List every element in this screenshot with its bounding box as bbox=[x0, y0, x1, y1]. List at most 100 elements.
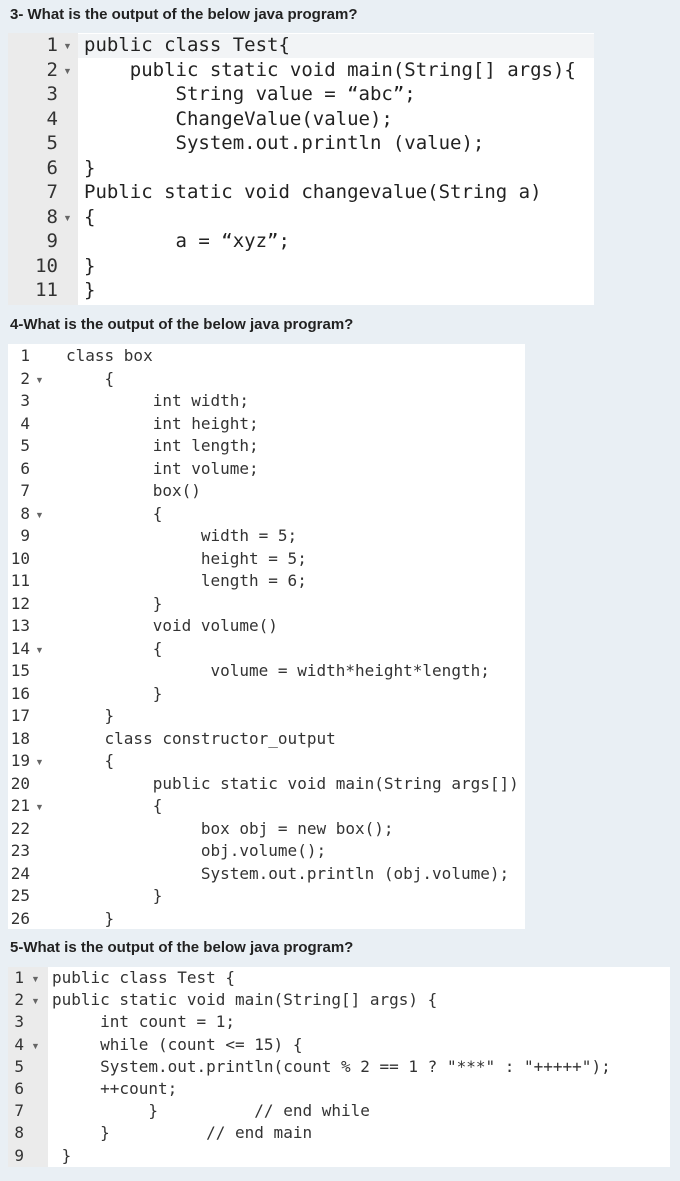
line-number: 1 bbox=[20, 346, 30, 365]
code-line: Public static void changevalue(String a) bbox=[84, 181, 542, 203]
code-line: } bbox=[66, 683, 163, 703]
fold-arrow-icon[interactable]: ▼ bbox=[35, 802, 44, 812]
code-editor-q3[interactable]: 1 ▼ public class Test{ 2 ▼ public static voi… bbox=[8, 33, 594, 305]
fold-arrow-icon[interactable]: ▼ bbox=[63, 41, 72, 51]
line-number: 4 bbox=[46, 107, 58, 130]
code-line: } bbox=[66, 886, 163, 905]
code-line: length = 6; bbox=[66, 571, 307, 590]
code-line: { bbox=[66, 368, 115, 388]
code-line: int count = 1; bbox=[52, 1012, 236, 1032]
line-number: 5 bbox=[20, 436, 30, 455]
code-line: a = “xyz”; bbox=[84, 230, 290, 252]
line-number: 19 bbox=[10, 751, 30, 770]
fold-arrow-icon[interactable]: ▼ bbox=[31, 996, 40, 1006]
line-number: 8 bbox=[20, 503, 30, 523]
line-number: 9 bbox=[14, 1145, 24, 1165]
code-line: } bbox=[84, 279, 96, 301]
code-line: } // end while bbox=[52, 1101, 370, 1121]
line-number: 6 bbox=[46, 156, 58, 179]
code-line: public class Test { bbox=[52, 968, 236, 987]
fold-arrow-icon[interactable]: ▼ bbox=[31, 1041, 40, 1051]
line-number: 7 bbox=[14, 1101, 24, 1121]
line-number: 9 bbox=[46, 230, 58, 252]
code-line: String value = “abc”; bbox=[84, 83, 416, 105]
code-line: box() bbox=[66, 481, 201, 500]
line-number: 15 bbox=[10, 661, 30, 680]
code-line: while (count <= 15) { bbox=[52, 1034, 303, 1054]
line-number: 11 bbox=[10, 571, 30, 590]
question-3-title: 3- What is the output of the below java … bbox=[10, 6, 358, 23]
code-editor-q5[interactable]: 1 ▼ public class Test { 2 ▼ public static voi… bbox=[8, 967, 670, 1167]
line-number: 12 bbox=[10, 593, 30, 613]
code-line: public class Test{ bbox=[84, 34, 290, 56]
line-number: 1 bbox=[14, 968, 24, 987]
code-line: System.out.println (obj.volume); bbox=[66, 863, 510, 883]
line-number: 5 bbox=[14, 1056, 24, 1076]
line-number: 7 bbox=[46, 181, 58, 203]
line-number: 4 bbox=[20, 413, 30, 433]
question-4-title: 4-What is the output of the below java p… bbox=[10, 316, 354, 333]
line-number: 11 bbox=[35, 279, 58, 301]
line-number: 5 bbox=[46, 132, 58, 154]
code-line: int length; bbox=[66, 436, 259, 455]
code-line: void volume() bbox=[66, 616, 278, 635]
code-line: } bbox=[66, 908, 115, 928]
code-line: public static void main(String args[]) bbox=[66, 773, 519, 793]
line-number: 4 bbox=[14, 1034, 24, 1054]
fold-arrow-icon[interactable]: ▼ bbox=[35, 375, 44, 385]
line-number: 3 bbox=[46, 83, 58, 105]
line-number: 3 bbox=[20, 391, 30, 410]
line-number: 1 bbox=[46, 34, 58, 56]
code-line: { bbox=[66, 751, 115, 770]
code-line: { bbox=[84, 205, 96, 228]
fold-arrow-icon[interactable]: ▼ bbox=[63, 213, 72, 223]
code-editor-q4[interactable]: 1 class box 2 ▼ {3 int width; 4 int height; 5… bbox=[8, 344, 525, 929]
question-5-title: 5-What is the output of the below java p… bbox=[10, 939, 354, 956]
line-number: 8 bbox=[14, 1123, 24, 1143]
code-line: { bbox=[66, 796, 163, 815]
line-number: 25 bbox=[10, 886, 30, 905]
code-line: } bbox=[66, 593, 163, 613]
code-line: System.out.println(count % 2 == 1 ? "***… bbox=[52, 1056, 611, 1076]
code-line: } // end main bbox=[52, 1123, 313, 1143]
code-line: ChangeValue(value); bbox=[84, 107, 393, 130]
code-line: int width; bbox=[66, 391, 250, 410]
code-line: public static void main(String[] args) { bbox=[52, 990, 438, 1010]
line-number: 10 bbox=[35, 254, 58, 277]
code-line: ++count; bbox=[52, 1079, 178, 1098]
code-line: System.out.println (value); bbox=[84, 132, 485, 154]
line-number: 9 bbox=[20, 526, 30, 545]
line-number: 24 bbox=[10, 863, 30, 883]
fold-arrow-icon[interactable]: ▼ bbox=[63, 66, 72, 76]
code-line: volume = width*height*length; bbox=[66, 661, 490, 680]
line-number: 10 bbox=[10, 548, 30, 568]
line-number: 13 bbox=[10, 616, 30, 635]
fold-arrow-icon[interactable]: ▼ bbox=[35, 645, 44, 655]
line-number: 6 bbox=[20, 458, 30, 478]
line-number: 17 bbox=[10, 706, 30, 725]
line-number: 26 bbox=[10, 908, 30, 928]
line-number: 14 bbox=[10, 638, 30, 658]
line-number: 8 bbox=[46, 205, 58, 228]
line-number: 2 bbox=[14, 990, 24, 1010]
code-line: class box bbox=[66, 346, 153, 365]
code-line: int volume; bbox=[66, 458, 259, 478]
line-number: 20 bbox=[10, 773, 30, 793]
code-line: { bbox=[66, 638, 163, 658]
line-number: 21 bbox=[10, 796, 30, 815]
line-number: 18 bbox=[10, 728, 30, 748]
fold-arrow-icon[interactable]: ▼ bbox=[35, 757, 44, 767]
fold-arrow-icon[interactable]: ▼ bbox=[35, 510, 44, 520]
code-line: box obj = new box(); bbox=[66, 818, 394, 838]
code-line: { bbox=[66, 503, 163, 523]
code-line: } bbox=[66, 706, 115, 725]
line-number: 2 bbox=[20, 368, 30, 388]
line-number: 16 bbox=[10, 683, 30, 703]
code-line: height = 5; bbox=[66, 548, 307, 568]
line-number: 2 bbox=[46, 58, 58, 81]
line-number: 6 bbox=[14, 1079, 24, 1098]
code-line: width = 5; bbox=[66, 526, 298, 545]
code-line: public static void main(String[] args){ bbox=[84, 58, 576, 81]
code-line: int height; bbox=[66, 413, 259, 433]
fold-arrow-icon[interactable]: ▼ bbox=[31, 974, 40, 984]
